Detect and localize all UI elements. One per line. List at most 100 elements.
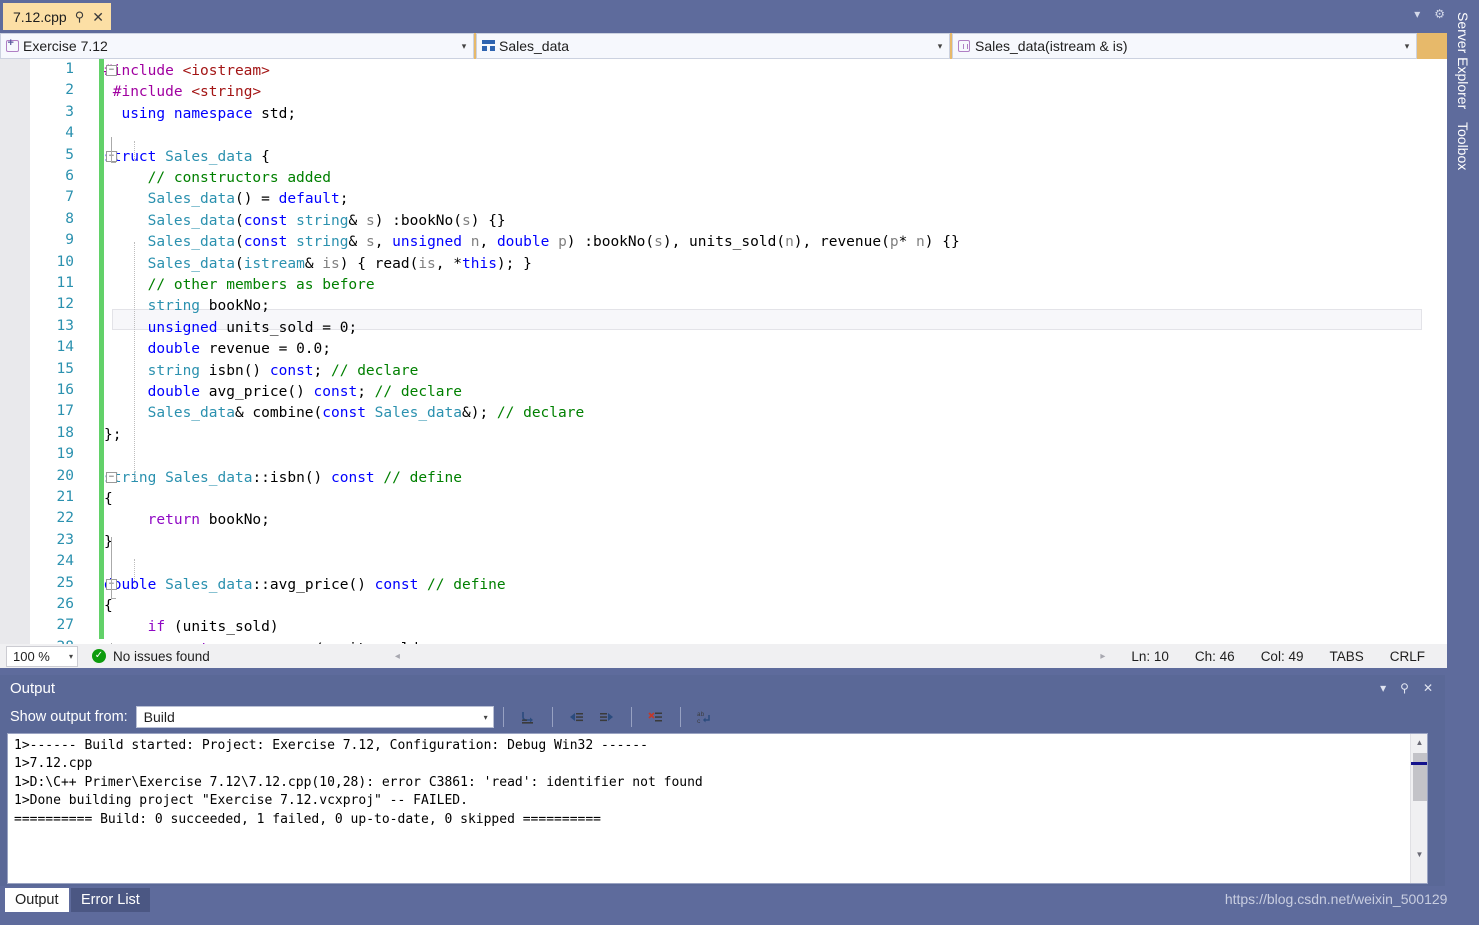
output-panel-controls: ▾ ⚲ ✕ bbox=[1380, 681, 1445, 695]
line-number: 13 bbox=[56, 317, 74, 334]
gear-icon[interactable]: ⚙ bbox=[1434, 8, 1445, 20]
scroll-down-arrow[interactable]: ▼ bbox=[1411, 846, 1427, 863]
chevron-down-icon[interactable]: ▾ bbox=[1380, 681, 1386, 695]
navbar-type-label: Sales_data bbox=[499, 38, 570, 54]
chevron-down-icon[interactable]: ▾ bbox=[931, 41, 949, 52]
go-to-previous-message-icon[interactable] bbox=[564, 705, 590, 729]
output-build-log: 1>------ Build started: Project: Exercis… bbox=[14, 738, 703, 827]
toolbar-separator bbox=[502, 707, 504, 727]
toggle-word-wrap-icon[interactable]: ab c bbox=[692, 705, 718, 729]
editor-indicator-margin bbox=[0, 59, 30, 644]
code-line[interactable]: #include <iostream> bbox=[104, 61, 270, 82]
show-output-from-label: Show output from: bbox=[10, 709, 128, 725]
line-number: 4 bbox=[65, 125, 74, 142]
navbar-type-dropdown[interactable]: Sales_data ▾ bbox=[476, 33, 950, 59]
tab-output-label: Output bbox=[15, 892, 59, 908]
code-line[interactable]: { bbox=[104, 489, 113, 510]
chevron-down-icon[interactable]: ▾ bbox=[1398, 41, 1416, 52]
navbar-project-dropdown[interactable]: Exercise 7.12 ▾ bbox=[0, 33, 474, 59]
code-line[interactable]: struct Sales_data { bbox=[104, 147, 270, 168]
chevron-down-icon[interactable]: ▾ bbox=[1414, 8, 1420, 20]
line-number: 26 bbox=[56, 596, 74, 612]
next-issue-arrow[interactable]: ▸ bbox=[1100, 651, 1105, 662]
previous-issue-arrow[interactable]: ◂ bbox=[395, 651, 400, 662]
toolbar-separator bbox=[679, 707, 681, 727]
zoom-level-dropdown[interactable]: 100 % ▾ bbox=[6, 645, 78, 667]
code-line[interactable]: Sales_data(const string& s, unsigned n, … bbox=[104, 232, 960, 253]
code-line[interactable]: Sales_data() = default; bbox=[104, 189, 349, 210]
line-number: 7 bbox=[65, 189, 74, 206]
code-line[interactable]: string Sales_data::isbn() const // defin… bbox=[104, 468, 462, 489]
output-caret-marker bbox=[1411, 762, 1427, 765]
code-line[interactable]: { bbox=[104, 596, 113, 617]
line-number: 16 bbox=[56, 382, 74, 398]
toolbox-label: Toolbox bbox=[1455, 122, 1471, 171]
toolbar-separator bbox=[551, 707, 553, 727]
code-line[interactable]: // constructors added bbox=[104, 168, 331, 189]
code-line[interactable]: unsigned units_sold = 0; bbox=[104, 318, 358, 339]
code-line[interactable]: double revenue = 0.0; bbox=[104, 339, 331, 360]
fold-region-bracket bbox=[111, 137, 116, 163]
editor-code-area[interactable]: #include <iostream> #include <string> us… bbox=[104, 59, 1447, 644]
close-icon[interactable]: ✕ bbox=[1423, 681, 1433, 695]
line-number: 1 bbox=[65, 61, 74, 77]
code-line[interactable]: #include <string> bbox=[104, 82, 261, 103]
pin-icon[interactable]: ⚲ bbox=[75, 10, 85, 23]
line-number: 5 bbox=[65, 146, 74, 163]
code-editor[interactable]: #include <iostream> #include <string> us… bbox=[0, 59, 1447, 644]
code-line[interactable]: return bookNo; bbox=[104, 510, 270, 531]
code-line[interactable]: double avg_price() const; // declare bbox=[104, 382, 462, 403]
line-number: 22 bbox=[56, 510, 74, 527]
pin-icon[interactable]: ⚲ bbox=[1400, 681, 1409, 695]
document-tab-7.12-cpp[interactable]: 7.12.cpp ⚲ ✕ bbox=[3, 3, 111, 30]
clear-all-icon[interactable] bbox=[643, 705, 669, 729]
status-line-number: Ln: 10 bbox=[1131, 648, 1169, 664]
status-indentation-mode[interactable]: TABS bbox=[1329, 649, 1363, 664]
code-line[interactable]: string bookNo; bbox=[104, 296, 270, 317]
code-line[interactable]: }; bbox=[104, 425, 121, 446]
code-line[interactable]: using namespace std; bbox=[104, 104, 296, 125]
line-number: 8 bbox=[65, 210, 74, 227]
chevron-down-icon[interactable]: ▾ bbox=[455, 41, 473, 52]
code-line[interactable]: Sales_data(const string& s) :bookNo(s) {… bbox=[104, 211, 506, 232]
close-icon[interactable]: ✕ bbox=[92, 10, 104, 24]
collapse-region-icon[interactable]: − bbox=[106, 65, 117, 76]
go-to-next-message-icon[interactable] bbox=[594, 705, 620, 729]
output-scrollbar-thumb[interactable] bbox=[1413, 753, 1427, 801]
output-vertical-scrollbar[interactable]: ▲ ▼ bbox=[1410, 734, 1427, 883]
find-message-in-code-icon[interactable] bbox=[515, 705, 541, 729]
sidebar-item-server-explorer[interactable]: Server Explorer bbox=[1451, 6, 1475, 115]
status-char-number: Ch: 46 bbox=[1194, 648, 1235, 664]
line-number: 9 bbox=[65, 232, 74, 249]
svg-text:ab: ab bbox=[697, 711, 705, 718]
document-tab-strip: 7.12.cpp ⚲ ✕ ▾ ⚙ bbox=[0, 0, 1479, 30]
code-line[interactable]: // other members as before bbox=[104, 275, 375, 296]
code-line[interactable]: if (units_sold) bbox=[104, 617, 279, 638]
tab-output[interactable]: Output bbox=[5, 888, 69, 912]
code-line[interactable]: Sales_data& combine(const Sales_data&); … bbox=[104, 403, 585, 424]
line-number: 15 bbox=[56, 360, 74, 377]
code-line[interactable]: double Sales_data::avg_price() const // … bbox=[104, 575, 506, 596]
code-line[interactable]: string isbn() const; // declare bbox=[104, 361, 419, 382]
output-source-value: Build bbox=[143, 709, 175, 725]
toolbar-separator bbox=[630, 707, 632, 727]
code-line[interactable]: Sales_data(istream& is) { read(is, *this… bbox=[104, 254, 532, 275]
sidebar-item-toolbox[interactable]: Toolbox bbox=[1451, 116, 1475, 176]
zoom-level-label: 100 % bbox=[13, 648, 50, 664]
issues-status-label: No issues found bbox=[113, 648, 210, 664]
indent-guide bbox=[134, 141, 135, 161]
line-number: 11 bbox=[56, 275, 74, 291]
output-panel-titlebar: Output ▾ ⚲ ✕ bbox=[0, 675, 1445, 701]
indent-guide bbox=[134, 242, 135, 480]
status-line-endings[interactable]: CRLF bbox=[1390, 649, 1425, 664]
output-source-dropdown[interactable]: Build ▾ bbox=[135, 706, 494, 728]
collapse-region-icon[interactable]: − bbox=[106, 471, 117, 483]
navbar-member-dropdown[interactable]: Sales_data(istream & is) ▾ bbox=[952, 33, 1417, 59]
tab-strip-controls: ▾ ⚙ bbox=[1414, 8, 1445, 20]
chevron-down-icon[interactable]: ▾ bbox=[69, 652, 73, 661]
scroll-up-arrow[interactable]: ▲ bbox=[1411, 734, 1427, 751]
chevron-down-icon[interactable]: ▾ bbox=[484, 713, 488, 722]
tab-error-list[interactable]: Error List bbox=[71, 888, 150, 912]
output-text-area[interactable]: 1>------ Build started: Project: Exercis… bbox=[7, 733, 1428, 884]
fold-region-bracket bbox=[111, 537, 116, 599]
